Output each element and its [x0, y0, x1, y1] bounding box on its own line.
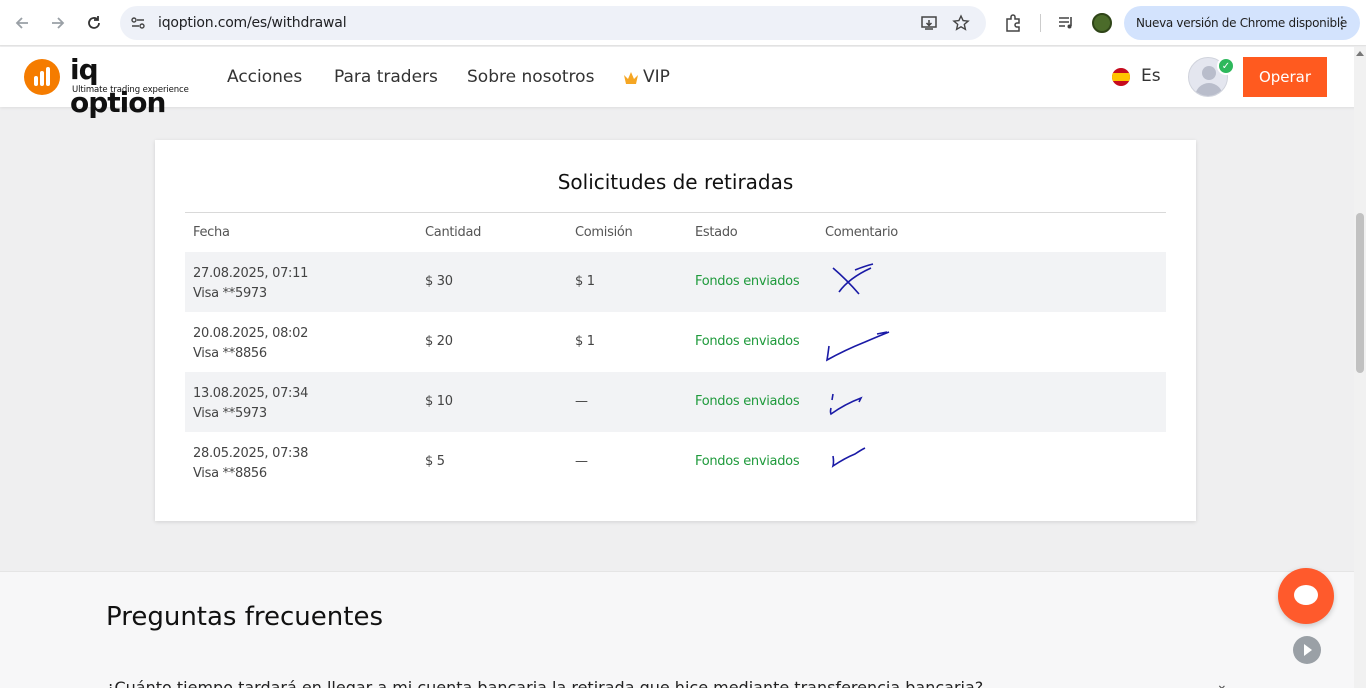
withdrawals-title: Solicitudes de retiradas	[557, 170, 794, 194]
row-card: Visa **8856	[193, 466, 267, 481]
withdrawals-card: Solicitudes de retiradas Fecha Cantidad …	[155, 140, 1196, 521]
row-date: 20.08.2025, 08:02	[193, 326, 309, 341]
operar-button[interactable]: Operar	[1243, 57, 1327, 97]
chrome-update-button[interactable]: Nueva versión de Chrome disponible ⋮	[1124, 6, 1360, 40]
chat-support-button[interactable]	[1278, 568, 1334, 624]
nav-sobre-nosotros[interactable]: Sobre nosotros	[467, 67, 594, 87]
chat-bubble-icon	[1294, 585, 1318, 607]
row-date: 27.08.2025, 07:11	[193, 266, 309, 281]
logo-bars-icon	[24, 59, 60, 95]
table-row: 20.08.2025, 08:02 Visa **8856 $ 20 $ 1 Fo…	[185, 312, 1166, 372]
table-header: Fecha Cantidad Comisión Estado Comentari…	[185, 212, 1166, 252]
column-header-fee: Comisión	[575, 225, 633, 240]
row-amount: $ 10	[425, 394, 453, 409]
toolbar-divider	[1040, 14, 1041, 32]
address-bar[interactable]: iqoption.com/es/withdrawal	[120, 6, 986, 40]
scroll-thumb[interactable]	[1356, 213, 1364, 373]
row-date: 28.05.2025, 07:38	[193, 446, 309, 461]
handwritten-check-mark	[829, 393, 863, 416]
row-status: Fondos enviados	[695, 274, 800, 289]
row-card: Visa **5973	[193, 286, 267, 301]
row-card: Visa **5973	[193, 406, 267, 421]
row-date: 13.08.2025, 07:34	[193, 386, 309, 401]
table-row: 13.08.2025, 07:34 Visa **5973 $ 10 — Fond…	[185, 372, 1166, 432]
row-fee: $ 1	[575, 274, 595, 289]
row-fee: —	[575, 454, 588, 469]
bookmark-star-icon[interactable]	[952, 14, 970, 32]
verified-check-icon: ✓	[1217, 57, 1235, 75]
faq-title: Preguntas frecuentes	[106, 602, 383, 632]
withdrawals-table: Fecha Cantidad Comisión Estado Comentari…	[185, 212, 1166, 492]
column-header-date: Fecha	[193, 225, 230, 240]
back-arrow-icon[interactable]	[10, 11, 34, 35]
row-date-card: 27.08.2025, 07:11 Visa **5973	[193, 264, 308, 304]
row-status: Fondos enviados	[695, 454, 800, 469]
faq-question-item[interactable]: ¿Cuánto tiempo tardará en llegar a mi cu…	[106, 678, 983, 688]
profile-avatar-icon[interactable]	[1092, 13, 1112, 33]
scroll-up-arrow-icon[interactable]	[1356, 51, 1364, 56]
row-amount: $ 5	[425, 454, 445, 469]
crown-icon	[624, 72, 638, 84]
extensions-icon[interactable]	[1003, 13, 1023, 33]
column-header-comment: Comentario	[825, 225, 898, 240]
handwritten-cross-mark	[832, 263, 874, 295]
install-app-icon[interactable]	[920, 14, 938, 32]
column-header-amount: Cantidad	[425, 225, 482, 240]
table-row: 27.08.2025, 07:11 Visa **5973 $ 30 $ 1 Fo…	[185, 252, 1166, 312]
row-amount: $ 20	[425, 334, 453, 349]
column-header-status: Estado	[695, 225, 738, 240]
browser-toolbar: iqoption.com/es/withdrawal Nueva versión…	[0, 0, 1366, 46]
site-info-icon[interactable]	[130, 15, 146, 31]
handwritten-check-mark	[831, 447, 866, 468]
media-control-icon[interactable]	[1056, 13, 1076, 33]
row-fee: $ 1	[575, 334, 595, 349]
logo-tagline: Ultimate trading experience	[72, 85, 189, 95]
row-date-card: 13.08.2025, 07:34 Visa **5973	[193, 384, 308, 424]
nav-para-traders[interactable]: Para traders	[334, 67, 438, 87]
update-text: Nueva versión de Chrome disponible	[1136, 16, 1347, 30]
reload-icon[interactable]	[82, 11, 106, 35]
play-next-icon[interactable]	[1293, 636, 1321, 664]
row-status: Fondos enviados	[695, 394, 800, 409]
forward-arrow-icon[interactable]	[46, 11, 70, 35]
url-text[interactable]: iqoption.com/es/withdrawal	[158, 15, 347, 31]
row-date-card: 28.05.2025, 07:38 Visa **8856	[193, 444, 308, 484]
handwritten-check-mark	[825, 331, 890, 362]
site-header: iq option Ultimate trading experience Ac…	[0, 47, 1366, 119]
row-date-card: 20.08.2025, 08:02 Visa **8856	[193, 324, 308, 364]
row-fee: —	[575, 394, 588, 409]
table-row: 28.05.2025, 07:38 Visa **8856 $ 5 — Fondo…	[185, 432, 1166, 492]
more-menu-icon[interactable]: ⋮	[1334, 13, 1350, 33]
row-amount: $ 30	[425, 274, 453, 289]
nav-vip[interactable]: VIP	[643, 67, 670, 87]
page-scrollbar[interactable]	[1354, 47, 1366, 688]
row-status: Fondos enviados	[695, 334, 800, 349]
chevron-down-icon[interactable]: ⌄	[1216, 676, 1228, 688]
row-card: Visa **8856	[193, 346, 267, 361]
language-label: Es	[1141, 66, 1161, 86]
faq-section: Preguntas frecuentes ¿Cuánto tiempo tard…	[0, 571, 1366, 688]
iq-option-logo[interactable]: iq option Ultimate trading experience	[24, 53, 194, 119]
spain-flag-icon	[1112, 68, 1130, 86]
nav-acciones[interactable]: Acciones	[227, 67, 302, 87]
